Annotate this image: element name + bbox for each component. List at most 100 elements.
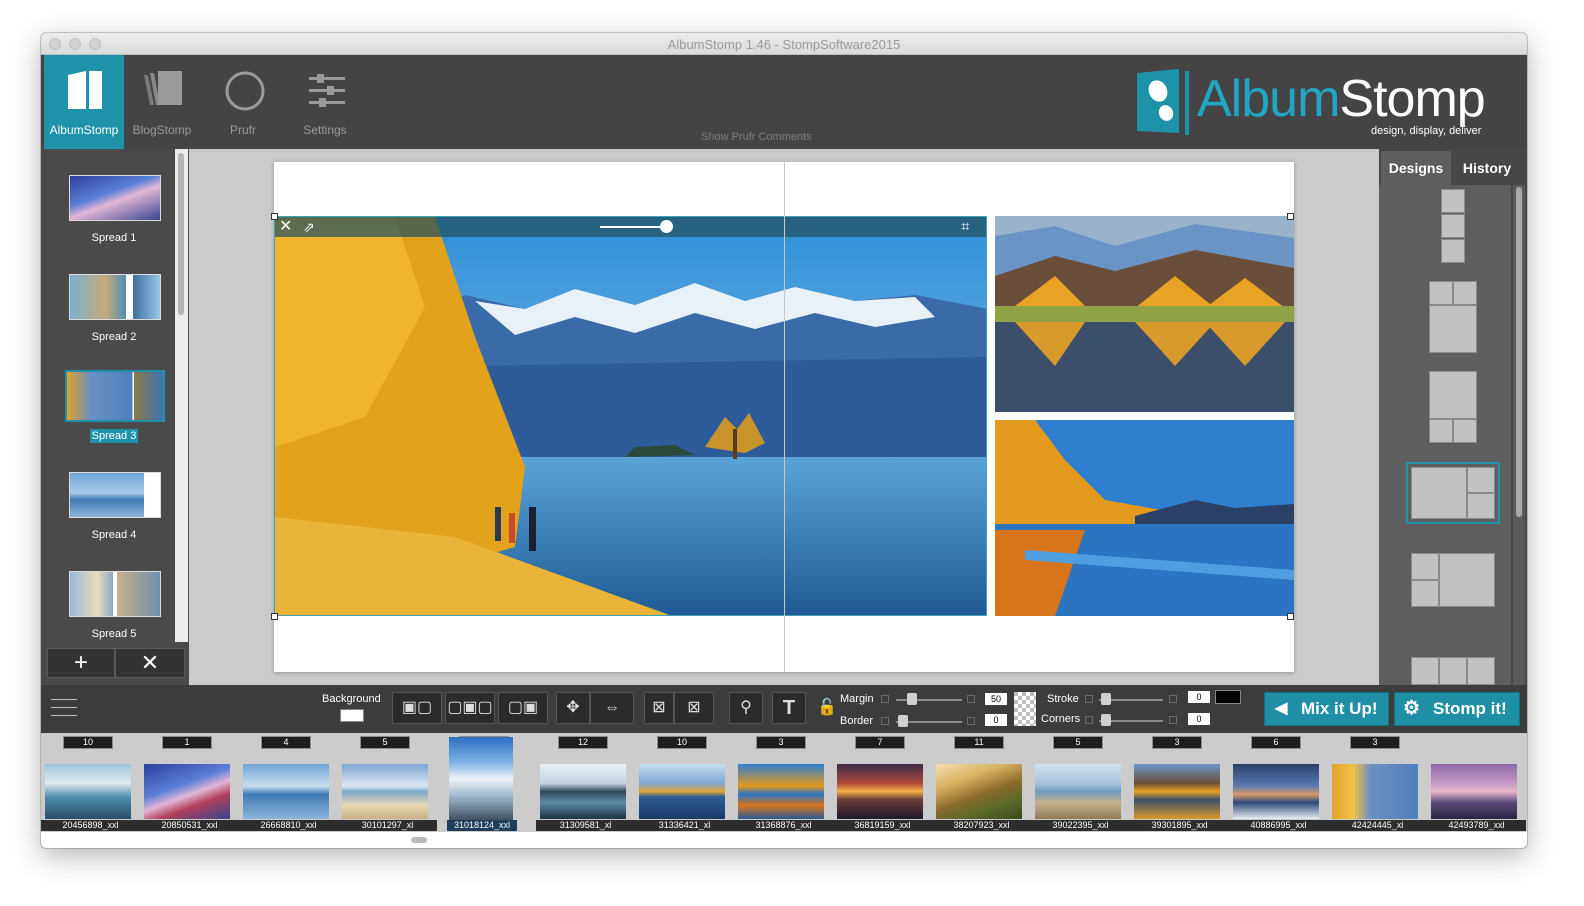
- fit-horizontal-button[interactable]: ⇔: [590, 692, 634, 724]
- margin-slider-knob[interactable]: [907, 693, 917, 705]
- add-spread-button[interactable]: +: [47, 648, 115, 678]
- bg-left-page-button[interactable]: ▣▢: [392, 692, 442, 724]
- stroke-value[interactable]: 0: [1188, 691, 1210, 703]
- foot-logo-icon: [1137, 69, 1189, 135]
- layout-three-horizontal[interactable]: [1411, 657, 1495, 685]
- filmstrip-item[interactable]: 6 40886995_xxl: [1229, 733, 1328, 832]
- stomp-it-button[interactable]: ⚙ Stomp it!: [1394, 692, 1520, 726]
- fit-vertical-button[interactable]: ✥: [556, 692, 590, 724]
- tab-history[interactable]: History: [1453, 151, 1521, 185]
- designs-scrollbar[interactable]: [1513, 185, 1525, 685]
- right-top-photo-frame[interactable]: [995, 216, 1294, 412]
- nav-albumstomp[interactable]: AlbumStomp: [44, 55, 124, 149]
- spread-item[interactable]: Spread 2: [41, 268, 187, 360]
- layout-one-left-two-right[interactable]: [1406, 462, 1500, 524]
- tab-designs[interactable]: Designs: [1381, 151, 1451, 185]
- top-navigation: AlbumStomp BlogStomp Prufr Settings Show…: [41, 55, 1527, 149]
- remove-spread-button[interactable]: ✕: [115, 648, 185, 678]
- filmstrip-item[interactable]: 7 36819159_xxl: [833, 733, 932, 832]
- corners-checkbox[interactable]: [1085, 716, 1093, 724]
- shrink-button[interactable]: ⊠: [644, 692, 674, 724]
- move-vertical-icon: ✥: [566, 699, 580, 716]
- filmstrip-item[interactable]: 5 39022395_xxl: [1031, 733, 1130, 832]
- border-end-checkbox[interactable]: [967, 717, 975, 725]
- scroll-thumb[interactable]: [1516, 187, 1522, 517]
- spread-item[interactable]: Spread 1: [41, 169, 187, 261]
- resize-handle[interactable]: [1287, 213, 1294, 220]
- spread-label: Spread 5: [91, 628, 137, 640]
- layout-one-top-two-bottom[interactable]: [1429, 371, 1477, 443]
- margin-checkbox[interactable]: [881, 695, 889, 703]
- external-link-icon[interactable]: ⇗: [303, 217, 315, 237]
- expand-button[interactable]: ⊠: [674, 692, 714, 724]
- margin-end-checkbox[interactable]: [967, 695, 975, 703]
- filmstrip-item[interactable]: 3 39301895_xxl: [1130, 733, 1229, 832]
- filmstrip-item[interactable]: 3 31368876_xxl: [734, 733, 833, 832]
- corners-end-checkbox[interactable]: [1169, 716, 1177, 724]
- bg-center-button[interactable]: ▢▣▢: [445, 692, 495, 724]
- right-bottom-photo-frame[interactable]: [995, 420, 1294, 616]
- background-color-swatch[interactable]: [340, 709, 364, 722]
- photo-thumbnail: [45, 764, 131, 819]
- filmstrip-item[interactable]: 42493789_xxl: [1427, 733, 1526, 832]
- photo-filename: 31018124_xxl: [447, 820, 517, 831]
- spread-item[interactable]: Spread 5: [41, 565, 187, 657]
- usage-count: 10: [657, 736, 707, 749]
- layout-three-vertical[interactable]: [1441, 189, 1465, 263]
- crop-icon[interactable]: ⌗: [961, 217, 969, 237]
- filmstrip-item[interactable]: 10 20456898_xxl: [41, 733, 140, 832]
- border-slider-knob[interactable]: [898, 715, 908, 727]
- spread-label: Spread 2: [91, 331, 137, 343]
- photo-thumbnail: [1233, 764, 1319, 819]
- photo-filename: 42424445_xl: [1328, 820, 1427, 831]
- search-button[interactable]: ⚲: [729, 692, 763, 724]
- filmstrip-item[interactable]: 1 20850531_xxl: [140, 733, 239, 832]
- spread-fold-line: [784, 162, 785, 672]
- stroke-checkbox[interactable]: [1085, 695, 1093, 703]
- filmstrip-item[interactable]: 12 31309581_xl: [536, 733, 635, 832]
- filmstrip-item[interactable]: 11 38207923_xxl: [932, 733, 1031, 832]
- border-checkbox[interactable]: [881, 717, 889, 725]
- scroll-thumb[interactable]: [178, 153, 184, 315]
- corners-slider-knob[interactable]: [1101, 714, 1111, 726]
- main-photo-frame[interactable]: ✕ ⇗ ⌗: [274, 216, 987, 616]
- filmstrip-item[interactable]: 5 30101297_xl: [338, 733, 437, 832]
- resize-handle[interactable]: [1287, 613, 1294, 620]
- nav-prufr[interactable]: Prufr: [203, 55, 283, 149]
- layout-two-top-one-bottom[interactable]: [1429, 281, 1477, 353]
- margin-slider[interactable]: [896, 699, 962, 701]
- nav-settings[interactable]: Settings: [285, 55, 365, 149]
- lock-icon[interactable]: 🔓: [817, 697, 837, 717]
- spreads-scrollbar[interactable]: [175, 149, 188, 642]
- menu-icon[interactable]: [51, 697, 77, 719]
- photo-filmstrip: 10 20456898_xxl 1 20850531_xxl 4 2666881…: [41, 733, 1527, 832]
- filmstrip-scroll-thumb[interactable]: [411, 837, 427, 843]
- resize-handle[interactable]: [271, 613, 278, 620]
- border-value[interactable]: 0: [985, 714, 1007, 726]
- layout-two-left-one-right[interactable]: [1411, 553, 1495, 607]
- lake-wanaka-photo: [275, 217, 986, 615]
- spreads-panel: Spread 1 Spread 2 Spread 3 Spread 4 Spre…: [41, 149, 189, 685]
- text-button[interactable]: T: [772, 692, 806, 724]
- bg-right-page-button[interactable]: ▢▣: [498, 692, 548, 724]
- close-icon[interactable]: ✕: [279, 217, 292, 237]
- margin-value[interactable]: 50: [985, 693, 1007, 705]
- filmstrip-item[interactable]: 4 26668810_xxl: [239, 733, 338, 832]
- usage-count: 5: [360, 736, 410, 749]
- spread-item[interactable]: Spread 3: [41, 367, 187, 459]
- corners-value[interactable]: 0: [1188, 713, 1210, 725]
- stroke-color-swatch[interactable]: [1215, 690, 1241, 704]
- mix-it-up-button[interactable]: ◀ Mix it Up!: [1264, 692, 1389, 726]
- filmstrip-item[interactable]: 10 31336421_xl: [635, 733, 734, 832]
- resize-handle[interactable]: [271, 213, 278, 220]
- zoom-slider-knob[interactable]: [660, 220, 673, 233]
- zoom-slider[interactable]: [600, 226, 668, 228]
- stroke-end-checkbox[interactable]: [1169, 695, 1177, 703]
- nav-blogstomp[interactable]: BlogStomp: [122, 55, 202, 149]
- transparency-swatch[interactable]: [1014, 692, 1036, 726]
- stroke-slider-knob[interactable]: [1101, 693, 1111, 705]
- filmstrip-item[interactable]: 3 42424445_xl: [1328, 733, 1427, 832]
- spread-item[interactable]: Spread 4: [41, 466, 187, 558]
- show-prufr-comments-link[interactable]: Show Prufr Comments: [701, 131, 812, 143]
- filmstrip-item[interactable]: 2 31018124_xxl: [437, 733, 536, 832]
